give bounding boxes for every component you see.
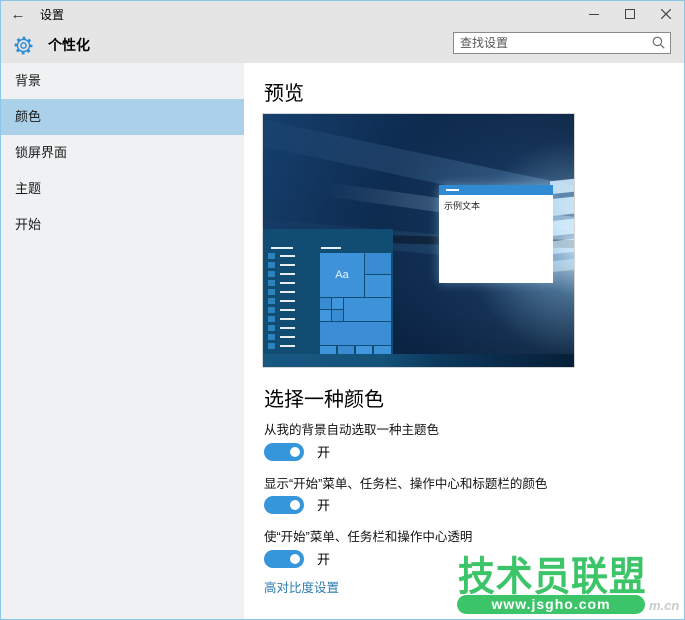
toggle-state-label: 开: [317, 445, 331, 460]
minimize-icon: [589, 14, 599, 15]
toggle-transparency[interactable]: [264, 549, 304, 568]
close-button[interactable]: [648, 1, 684, 27]
maximize-icon: [625, 9, 635, 19]
toggle-row-transparency: 开: [264, 549, 330, 568]
window-title: 设置: [40, 7, 65, 22]
start-tile: [344, 298, 391, 321]
start-menu-app-icons: [268, 253, 275, 352]
sidebar-item-lockscreen[interactable]: 锁屏界面: [1, 135, 244, 171]
choose-color-heading: 选择一种颜色: [264, 389, 384, 411]
main-content: 预览 示例文本 Aa 选择一种颜色 从我的背景自动选取一种主题色 开 显示“开始…: [244, 63, 684, 619]
preview-image: 示例文本 Aa: [262, 113, 575, 368]
page-header: 个性化: [1, 27, 684, 63]
start-tile: [320, 322, 391, 345]
minimize-button[interactable]: [576, 1, 612, 27]
watermark-url: www.jsgho.com: [457, 595, 645, 614]
sidebar-item-themes[interactable]: 主题: [1, 171, 244, 207]
toggle-knob: [290, 553, 300, 564]
taskbar-preview: [263, 354, 574, 367]
toggle-label-show-color: 显示“开始”菜单、任务栏、操作中心和标题栏的颜色: [264, 477, 548, 491]
toggle-knob: [290, 446, 300, 457]
sample-window-title-dash: [446, 189, 459, 191]
back-button[interactable]: ←: [1, 6, 35, 23]
toggle-label-auto-accent: 从我的背景自动选取一种主题色: [264, 423, 440, 437]
search-box: [453, 32, 671, 54]
tile-group-dash: [321, 247, 341, 249]
start-tile: [365, 275, 391, 297]
start-tile: [332, 310, 343, 321]
start-tile: [320, 310, 331, 321]
body: 背景 颜色 锁屏界面 主题 开始 预览 示例文本 Aa 选择一种颜色 从我的背景…: [1, 63, 684, 619]
window-logo-pane: [551, 238, 574, 255]
sidebar-item-background[interactable]: 背景: [1, 63, 244, 99]
search-input[interactable]: [453, 32, 671, 54]
toggle-show-color[interactable]: [264, 495, 304, 514]
sample-window: 示例文本: [439, 185, 553, 283]
sample-window-titlebar: [439, 185, 553, 195]
maximize-button[interactable]: [612, 1, 648, 27]
window-controls: [576, 1, 684, 27]
window-logo-pane: [550, 178, 574, 195]
page-title: 个性化: [48, 37, 90, 53]
window-logo-pane: [552, 258, 574, 273]
start-menu-header-dash: [271, 247, 293, 249]
start-tile: [320, 298, 331, 309]
watermark-suffix: m.cn: [649, 598, 680, 613]
toggle-auto-accent[interactable]: [264, 442, 304, 461]
settings-gear-icon: [13, 35, 34, 56]
start-menu-app-labels: [280, 255, 295, 352]
start-menu-preview: Aa: [263, 229, 393, 356]
sidebar: 背景 颜色 锁屏界面 主题 开始: [1, 63, 244, 619]
close-icon: [661, 9, 671, 19]
sidebar-item-start[interactable]: 开始: [1, 207, 244, 243]
toggle-knob: [290, 499, 300, 510]
toggle-state-label: 开: [317, 552, 331, 567]
start-tile-aa: Aa: [320, 253, 364, 297]
toggle-row-auto-accent: 开: [264, 442, 330, 461]
search-icon: [652, 36, 665, 49]
start-tile: [332, 298, 343, 309]
watermark-title: 技术员联盟: [458, 555, 647, 599]
sidebar-item-colors[interactable]: 颜色: [1, 99, 244, 135]
sample-window-text: 示例文本: [444, 201, 481, 211]
titlebar: ← 设置: [1, 1, 684, 27]
preview-heading: 预览: [264, 83, 304, 105]
toggle-state-label: 开: [317, 498, 331, 513]
toggle-row-show-color: 开: [264, 495, 330, 514]
toggle-label-transparency: 使“开始”菜单、任务栏和操作中心透明: [264, 530, 473, 544]
start-tile: [365, 253, 391, 274]
settings-window: ← 设置 个性化 查找设置 背景 颜色 锁屏界面 主题 开始 预览 示例文本 A…: [0, 0, 685, 620]
high-contrast-link[interactable]: 高对比度设置: [264, 577, 339, 596]
